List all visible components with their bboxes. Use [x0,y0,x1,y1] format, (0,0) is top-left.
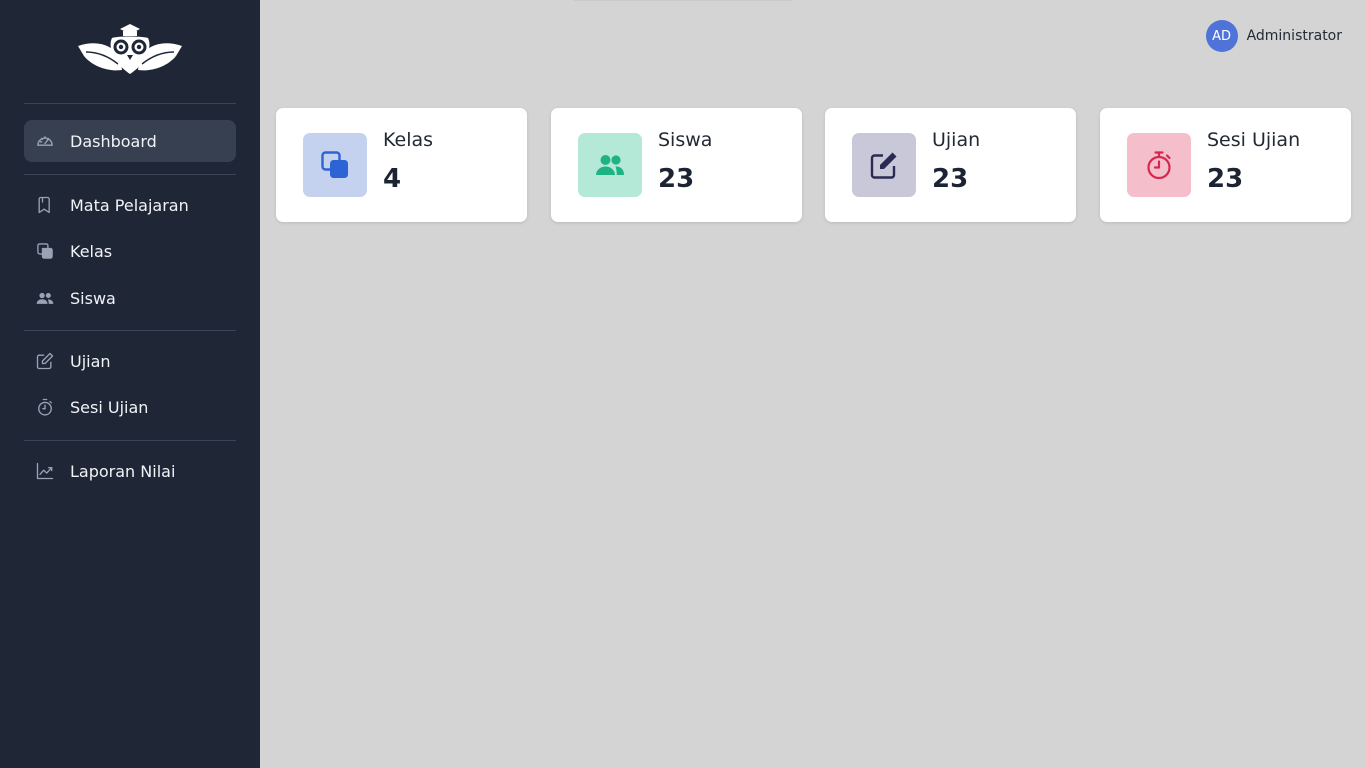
stat-icon-box [852,133,916,197]
sidebar-item-label: Siswa [70,288,116,308]
bookmark-icon [34,194,56,216]
sidebar-item-siswa[interactable]: Siswa [24,277,236,319]
sidebar-divider [24,103,236,104]
stat-value: 23 [1207,164,1244,194]
sidebar-item-ujian[interactable]: Ujian [24,340,236,382]
sidebar-item-kelas[interactable]: Kelas [24,230,236,272]
gauge-icon [34,130,56,152]
stat-title: Siswa [658,129,713,151]
stat-title: Sesi Ujian [1207,129,1301,151]
sidebar-item-label: Dashboard [70,131,157,151]
sidebar: Dashboard Mata Pelajaran Kelas Siswa Uji… [0,0,260,768]
stat-icon-box [1127,133,1191,197]
sidebar-divider [24,440,236,441]
chart-line-icon [34,460,56,482]
sidebar-item-mata-pelajaran[interactable]: Mata Pelajaran [24,184,236,226]
sidebar-item-sesi-ujian[interactable]: Sesi Ujian [24,386,236,428]
sidebar-item-label: Sesi Ujian [70,397,149,417]
user-name[interactable]: Administrator [1247,28,1342,44]
edit-icon [870,152,897,179]
stat-card-siswa[interactable]: Siswa 23 [551,108,802,222]
owl-logo[interactable] [76,22,184,78]
top-edge-shadow [574,0,792,1]
sidebar-item-label: Laporan Nilai [70,461,176,481]
stat-icon-box [578,133,642,197]
users-icon [596,155,624,175]
sidebar-item-dashboard[interactable]: Dashboard [24,120,236,162]
copy-icon [321,151,348,178]
sidebar-item-label: Ujian [70,351,111,371]
users-icon [34,287,56,309]
stat-icon-box [303,133,367,197]
avatar[interactable]: AD [1205,20,1238,52]
sidebar-item-label: Mata Pelajaran [70,195,189,215]
sidebar-divider [24,330,236,331]
stat-value: 4 [383,164,402,194]
stat-card-ujian[interactable]: Ujian 23 [825,108,1076,222]
sidebar-item-laporan-nilai[interactable]: Laporan Nilai [24,450,236,492]
sidebar-item-label: Kelas [70,241,113,261]
stat-value: 23 [932,164,969,194]
user-menu[interactable]: AD Administrator [1205,20,1342,52]
sidebar-divider [24,174,236,175]
stopwatch-icon [34,396,56,418]
stat-value: 23 [658,164,695,194]
copy-icon [34,240,56,262]
stopwatch-icon [1147,151,1171,180]
stat-card-kelas[interactable]: Kelas 4 [276,108,527,222]
edit-icon [34,350,56,372]
stat-card-sesi-ujian[interactable]: Sesi Ujian 23 [1100,108,1351,222]
stat-title: Kelas [383,129,434,151]
stat-title: Ujian [932,129,981,151]
